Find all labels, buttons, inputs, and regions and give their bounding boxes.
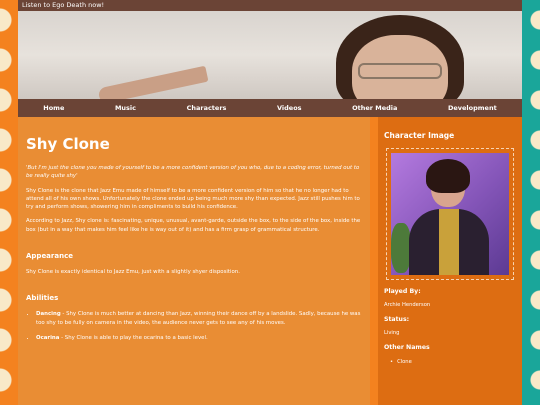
- nav-characters[interactable]: Characters: [187, 104, 227, 112]
- header-banner: [18, 11, 522, 99]
- ability-text: - Shy Clone is able to play the ocarina …: [59, 334, 208, 341]
- right-decorative-edge: [522, 0, 540, 405]
- portrait-hair: [426, 159, 470, 193]
- character-portrait: [391, 153, 509, 275]
- ability-item: Ocarina - Shy Clone is able to play the …: [36, 334, 362, 342]
- content: Shy Clone 'But I'm just the clone you ma…: [18, 117, 522, 405]
- banner-arm-image: [97, 65, 209, 99]
- portrait-plant: [391, 223, 411, 273]
- banner-glasses-image: [358, 63, 442, 79]
- ability-item: Dancing - Shy Clone is much better at da…: [36, 310, 362, 327]
- main-nav: Home Music Characters Videos Other Media…: [18, 99, 522, 117]
- other-name-item: Clone: [390, 358, 516, 366]
- character-image-heading: Character Image: [384, 131, 455, 140]
- page-title: Shy Clone: [26, 135, 110, 153]
- nav-other-media[interactable]: Other Media: [352, 104, 397, 112]
- character-infobox: Character Image Played By: Archie Hender…: [378, 117, 522, 405]
- abilities-list: Dancing - Shy Clone is much better at da…: [26, 310, 362, 342]
- character-quote: 'But I'm just the clone you made of your…: [26, 165, 360, 180]
- description-paragraph-1: Shy Clone is the clone that Jazz Emu mad…: [26, 187, 360, 211]
- left-decorative-edge: [0, 0, 18, 405]
- played-by-label: Played By:: [384, 288, 421, 295]
- abilities-heading: Abilities: [26, 294, 59, 303]
- nav-music[interactable]: Music: [115, 104, 136, 112]
- main-article: Shy Clone 'But I'm just the clone you ma…: [18, 117, 370, 405]
- appearance-text: Shy Clone is exactly identical to Jazz E…: [26, 269, 240, 276]
- played-by-value: Archie Henderson: [384, 302, 431, 308]
- other-names-label: Other Names: [384, 344, 430, 351]
- ability-name: Ocarina: [36, 334, 60, 341]
- description-paragraph-2: According to Jazz, Shy clone is: fascina…: [26, 218, 361, 233]
- nav-videos[interactable]: Videos: [277, 104, 302, 112]
- portrait-shirt: [439, 209, 459, 275]
- announcement-bar[interactable]: Listen to Ego Death now!: [18, 0, 522, 11]
- character-image-frame: [386, 148, 514, 280]
- status-value: Living: [384, 330, 400, 336]
- nav-development[interactable]: Development: [448, 104, 497, 112]
- ability-name: Dancing: [36, 311, 61, 318]
- page: Listen to Ego Death now! Home Music Char…: [18, 0, 522, 405]
- ability-text: - Shy Clone is much better at dancing th…: [36, 311, 361, 326]
- nav-home[interactable]: Home: [43, 104, 64, 112]
- other-names-list: Clone: [384, 358, 516, 366]
- appearance-heading: Appearance: [26, 252, 73, 261]
- status-label: Status:: [384, 316, 410, 323]
